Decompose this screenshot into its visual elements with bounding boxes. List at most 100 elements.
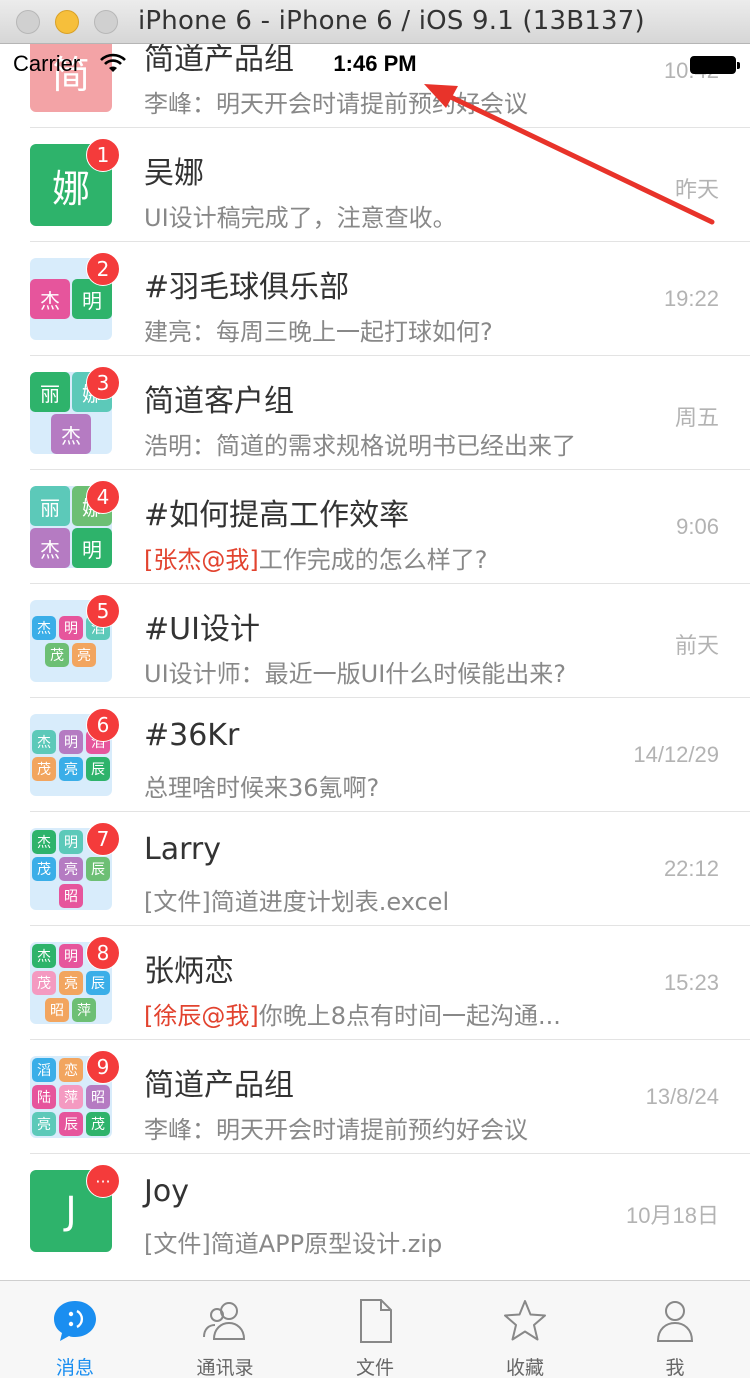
contacts-icon (203, 1302, 246, 1340)
conversation-name: #羽毛球俱乐部 (144, 270, 350, 305)
conversation-preview: UI设计稿完成了，注意查收。 (144, 204, 457, 232)
tab-favorites[interactable]: 收藏 (450, 1281, 600, 1378)
avatar-tile: 辰 (86, 971, 110, 995)
avatar-tile: 明 (59, 830, 83, 854)
avatar-tile: 明 (59, 730, 83, 754)
conversation-list[interactable]: 简 简道产品组 李峰：明天开会时请提前预约好会议 10:42 娜 1 吴娜 UI… (0, 44, 750, 1280)
unread-badge: 1 (86, 138, 120, 172)
avatar-tile: 杰 (32, 944, 56, 968)
tab-label: 通讯录 (196, 1357, 254, 1378)
tab-me[interactable]: 我 (600, 1281, 750, 1378)
window-close-button[interactable] (16, 10, 40, 34)
tab-files[interactable]: 文件 (300, 1281, 450, 1378)
avatar-tile: 亮 (59, 971, 83, 995)
mention-tag: [张杰@我] (144, 546, 259, 574)
conversation-preview: [徐辰@我]你晚上8点有时间一起沟通... (144, 996, 561, 1031)
simulator-title-bar: iPhone 6 - iPhone 6 / iOS 9.1 (13B137) (0, 0, 750, 44)
star-icon (504, 1300, 546, 1341)
avatar-tile: 杰 (30, 528, 70, 568)
unread-badge: 2 (86, 252, 120, 286)
avatar-tile: 恋 (59, 1058, 83, 1082)
conversation-preview: [张杰@我]工作完成的怎么样了? (144, 540, 487, 575)
window-minimize-button[interactable] (55, 10, 79, 34)
avatar-tile: 明 (72, 528, 112, 568)
conversation-name: 张炳恋 (144, 954, 234, 989)
conversation-row[interactable]: 杰 明 茂 亮 辰 昭 7 Larry [文件]简道进度计划表.excel 22… (0, 812, 750, 926)
avatar-tile: 滔 (32, 1058, 56, 1082)
unread-badge: ··· (86, 1164, 120, 1198)
conversation-name: #UI设计 (144, 612, 260, 647)
unread-badge: 5 (86, 594, 120, 628)
conversation-row[interactable]: 杰 明 滔 茂 亮 辰 6 #36Kr 总理啥时候来36氪啊? 14/12/29 (0, 698, 750, 812)
conversation-time: 前天 (674, 633, 719, 658)
person-icon (656, 1301, 694, 1342)
conversation-preview: [文件]简道进度计划表.excel (144, 888, 450, 916)
avatar-tile: 亮 (59, 757, 83, 781)
avatar-tile: 杰 (32, 730, 56, 754)
conversation-row[interactable]: 杰 明 茂 亮 辰 昭 萍 8 张炳恋 [徐辰@我]你晚上8点有时间一起沟通..… (0, 926, 750, 1040)
avatar-tile: 昭 (86, 1085, 110, 1109)
avatar-tile: 杰 (51, 414, 91, 454)
conversation-row[interactable]: 丽 娜 杰 明 4 #如何提高工作效率 [张杰@我]工作完成的怎么样了? 9:0… (0, 470, 750, 584)
simulator-window: iPhone 6 - iPhone 6 / iOS 9.1 (13B137) 简… (0, 0, 750, 1378)
avatar-tile: 辰 (59, 1112, 83, 1136)
conversation-time: 13/8/24 (645, 1084, 719, 1109)
avatar-tile: 昭 (45, 998, 69, 1022)
avatar-tile: 亮 (72, 643, 96, 667)
tab-label: 消息 (55, 1357, 94, 1378)
conversation-time: 昨天 (674, 177, 719, 202)
unread-badge: 9 (86, 1050, 120, 1084)
avatar-tile: 明 (59, 616, 83, 640)
conversation-preview: [文件]简道APP原型设计.zip (144, 1230, 443, 1258)
conversation-row[interactable]: J ··· Joy [文件]简道APP原型设计.zip 10月18日 (0, 1154, 750, 1268)
tab-contacts[interactable]: 通讯录 (150, 1281, 300, 1378)
avatar-tile: 茂 (45, 643, 69, 667)
unread-badge: 8 (86, 936, 120, 970)
battery-icon (690, 56, 740, 74)
conversation-row[interactable]: 杰 明 2 #羽毛球俱乐部 建亮：每周三晚上一起打球如何? 19:22 (0, 242, 750, 356)
conversation-row[interactable]: 杰 明 滔 茂 亮 5 #UI设计 UI设计师：最近一版UI什么时候能出来? 前… (0, 584, 750, 698)
avatar-tile: 茂 (32, 971, 56, 995)
avatar-tile: 萍 (59, 1085, 83, 1109)
avatar-tile: 丽 (30, 372, 70, 412)
avatar-tile: 明 (59, 944, 83, 968)
preview-text: 工作完成的怎么样了? (258, 546, 488, 574)
tab-label: 文件 (355, 1357, 394, 1378)
conversation-name: 吴娜 (144, 156, 204, 191)
conversation-preview: 李峰：明天开会时请提前预约好会议 (144, 1116, 528, 1144)
status-time: 1:46 PM (333, 51, 417, 76)
avatar-initial: 娜 (51, 166, 90, 211)
tab-messages[interactable]: 消息 (0, 1281, 150, 1378)
conversation-time: 9:06 (676, 514, 719, 539)
conversation-row[interactable]: 娜 1 吴娜 UI设计稿完成了，注意查收。 昨天 (0, 128, 750, 242)
avatar-initial: J (65, 1189, 77, 1233)
avatar-tile: 陆 (32, 1085, 56, 1109)
conversation-time: 15:23 (663, 970, 719, 995)
avatar-tile: 杰 (30, 279, 70, 319)
unread-badge: 4 (86, 480, 120, 514)
conversation-preview: UI设计师：最近一版UI什么时候能出来? (144, 660, 567, 688)
conversation-row[interactable]: 丽 娜 杰 3 简道客户组 浩明：简道的需求规格说明书已经出来了 周五 (0, 356, 750, 470)
conversation-preview: 总理啥时候来36氪啊? (144, 774, 380, 802)
conversation-time: 10月18日 (626, 1203, 719, 1228)
conversation-time: 19:22 (663, 286, 719, 311)
window-zoom-button[interactable] (94, 10, 118, 34)
conversation-name: Joy (144, 1174, 189, 1209)
avatar-tile: 亮 (32, 1112, 56, 1136)
avatar-tile: 萍 (72, 998, 96, 1022)
conversation-name: 简道客户组 (144, 384, 294, 419)
conversation-preview: 李峰：明天开会时请提前预约好会议 (144, 90, 528, 118)
avatar-tile: 丽 (30, 486, 70, 526)
conversation-name: 简道产品组 (144, 1068, 294, 1103)
avatar-tile: 茂 (32, 857, 56, 881)
conversation-row[interactable]: 滔 恋 陆 萍 昭 亮 辰 茂 9 简道产品组 李峰：明天开会时请提前预约好会议… (0, 1040, 750, 1154)
tab-label: 我 (665, 1357, 685, 1378)
avatar-tile: 茂 (86, 1112, 110, 1136)
document-icon (360, 1299, 392, 1343)
unread-badge: 6 (86, 708, 120, 742)
conversation-time: 22:12 (663, 856, 719, 881)
avatar-tile: 辰 (86, 757, 110, 781)
conversation-time: 14/12/29 (633, 742, 719, 767)
avatar-tile: 亮 (59, 857, 83, 881)
conversation-preview: 建亮：每周三晚上一起打球如何? (144, 318, 493, 346)
